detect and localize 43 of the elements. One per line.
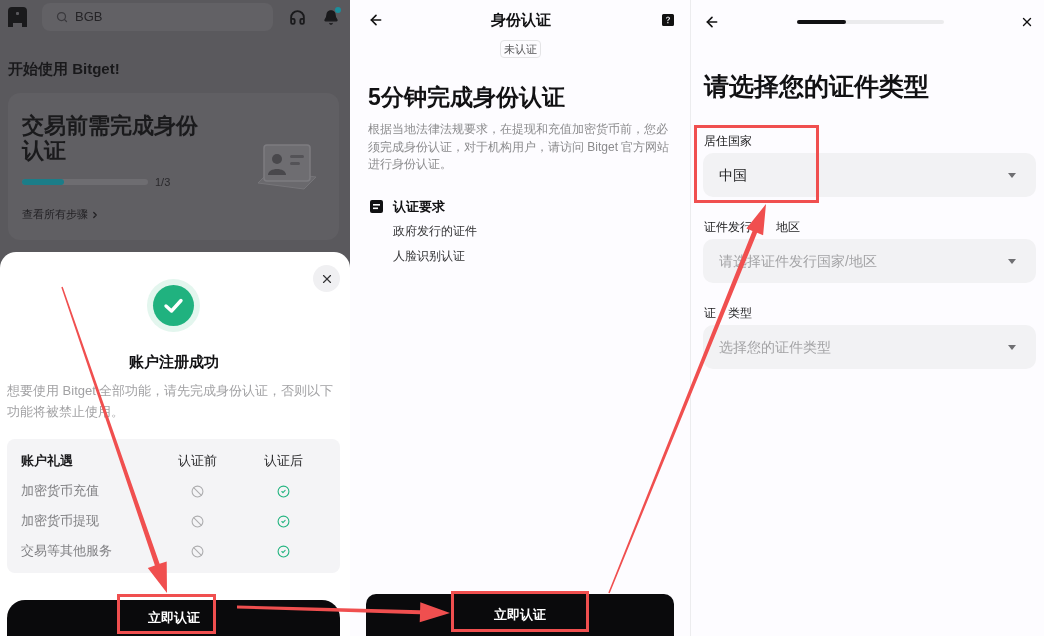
back-icon[interactable] <box>704 14 720 30</box>
success-check-icon <box>147 279 200 332</box>
caret-down-icon <box>1008 344 1016 350</box>
chevron-right-icon <box>90 209 100 220</box>
requirement-item: 政府发行的证件 <box>393 222 477 240</box>
status-badge: 未认证 <box>499 40 541 58</box>
sheet-title: 账户注册成功 <box>128 352 219 372</box>
screen-title: 身份认证 <box>491 9 551 30</box>
requirements-title: 认证要求 <box>393 198 445 215</box>
search-icon <box>56 11 68 23</box>
column-header: 账户礼遇 <box>21 452 73 471</box>
table-cell-text: 加密货币充值 <box>21 482 99 501</box>
bell-icon[interactable] <box>323 8 339 26</box>
back-icon[interactable] <box>368 12 384 28</box>
verify-now-button[interactable]: 立即认证 <box>366 594 674 636</box>
steps-link[interactable]: 查看所有步骤 <box>22 207 100 222</box>
column-header: 认证后 <box>263 452 303 471</box>
field-label: 证 <box>704 305 716 321</box>
greeting-text: 开始使用 Bitget! <box>8 59 120 79</box>
close-button[interactable] <box>313 265 340 292</box>
field-label: 类型 <box>728 305 752 321</box>
field-label: 地区 <box>776 219 800 235</box>
table-cell-text: 交易等其他服务 <box>21 542 112 561</box>
select-field[interactable]: 中国 <box>703 153 1036 197</box>
search-field[interactable]: BGB <box>42 3 273 31</box>
select-field[interactable]: 选择您的证件类型 <box>703 325 1036 369</box>
caret-down-icon <box>1008 258 1016 264</box>
field-label: 居住国家 <box>704 133 752 149</box>
verify-now-button[interactable]: 立即认证 <box>7 600 340 636</box>
help-icon[interactable] <box>662 14 674 26</box>
avatar-icon[interactable] <box>8 7 27 27</box>
column-header: 认证前 <box>177 452 217 471</box>
page-heading: 请选择您的证件类型 <box>704 71 929 102</box>
close-icon[interactable] <box>1020 15 1034 29</box>
description-text: 根据当地法律法规要求，在提现和充值加密货币前，您必须完成身份认证，对于机构用户，请访问 Bitget 官方网站进行身份认证。 <box>368 121 671 173</box>
caret-down-icon <box>1008 172 1016 178</box>
card-title: 交易前需完成身份认证 <box>22 113 199 163</box>
table-cell-text: 加密货币提现 <box>21 512 99 531</box>
headset-icon[interactable] <box>289 8 306 26</box>
id-card-drawing <box>256 142 318 193</box>
document-icon <box>370 200 383 213</box>
page-heading: 5分钟完成身份认证 <box>368 83 565 112</box>
requirement-item: 人脸识别认证 <box>393 247 465 265</box>
